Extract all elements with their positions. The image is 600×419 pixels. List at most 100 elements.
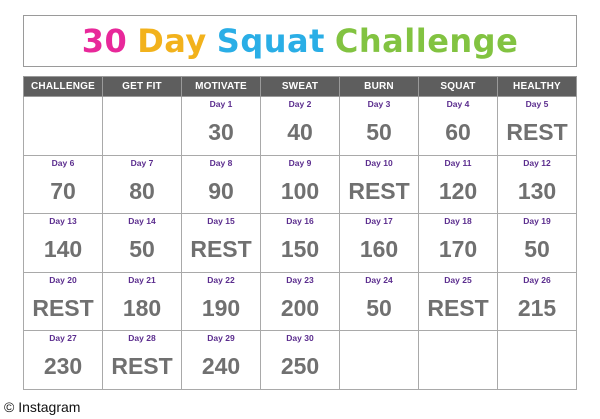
column-header: GET FIT: [102, 76, 182, 97]
calendar-week-row: Day 6 70 Day 7 80 Day 8 90 Day 9 100 Day 10 REST D…: [23, 154, 577, 214]
day-label: Day 9: [288, 157, 312, 168]
squat-count: 230: [43, 353, 83, 379]
day-cell: Day 10 REST: [339, 154, 419, 214]
squat-count: 190: [201, 294, 241, 321]
column-header: CHALLENGE: [23, 76, 103, 97]
day-label: Day 16: [286, 216, 314, 226]
day-label: Day 2: [288, 99, 312, 109]
day-label: Day 8: [209, 157, 233, 168]
day-cell: Day 29 240: [181, 330, 261, 390]
day-cell: Day 23 200: [260, 271, 340, 331]
day-label: Day 12: [523, 157, 551, 168]
day-cell: Day 15 REST: [181, 213, 261, 273]
day-cell: Day 8 90: [181, 154, 261, 214]
squat-count: 120: [438, 177, 478, 204]
day-cell: Day 11 120: [418, 154, 498, 214]
column-header: SWEAT: [260, 76, 340, 97]
squat-count: 130: [517, 177, 557, 204]
squat-count: 50: [366, 119, 392, 145]
day-label: Day 1: [209, 99, 233, 109]
column-header: HEALTHY: [497, 76, 577, 97]
squat-count: 40: [287, 119, 313, 145]
squat-count: 60: [445, 119, 471, 145]
day-label: Day 24: [365, 274, 393, 285]
squat-count: REST: [111, 353, 173, 379]
calendar-week-row: Day 13 140 Day 14 50 Day 15 REST Day 16 150 Day …: [23, 213, 577, 273]
day-label: Day 30: [286, 333, 314, 343]
squat-count: REST: [32, 294, 94, 321]
squat-count: 70: [50, 177, 76, 204]
squat-count: 50: [524, 236, 550, 262]
empty-cell: [23, 96, 103, 156]
empty-cell: [497, 330, 577, 390]
calendar-week-row: Day 1 30 Day 2 40 Day 3 50 Day 4 60 Day 5 REST: [23, 96, 577, 156]
squat-count: 240: [201, 353, 241, 379]
day-cell: Day 18 170: [418, 213, 498, 273]
day-cell: Day 7 80: [102, 154, 182, 214]
day-cell: Day 19 50: [497, 213, 577, 273]
squat-count: 250: [280, 353, 320, 379]
empty-cell: [418, 330, 498, 390]
squat-count: REST: [427, 294, 489, 321]
day-label: Day 10: [365, 157, 393, 168]
day-label: Day 26: [523, 274, 551, 285]
day-cell: Day 22 190: [181, 271, 261, 331]
challenge-page: 30 Day Squat Challenge CHALLENGE GET FIT MOTI…: [0, 0, 600, 419]
day-cell: Day 17 160: [339, 213, 419, 273]
squat-count: REST: [348, 177, 410, 204]
squat-count: REST: [506, 119, 568, 145]
day-label: Day 17: [365, 216, 393, 226]
squat-count: 100: [280, 177, 320, 204]
day-cell: Day 28 REST: [102, 330, 182, 390]
column-header: MOTIVATE: [181, 76, 261, 97]
squat-count: 90: [208, 177, 234, 204]
day-cell: Day 4 60: [418, 96, 498, 156]
day-label: Day 20: [49, 274, 77, 285]
title-part-day: Day: [137, 22, 207, 60]
day-label: Day 3: [367, 99, 391, 109]
squat-count: 50: [129, 236, 155, 262]
day-cell: Day 20 REST: [23, 271, 103, 331]
squat-count: 80: [129, 177, 155, 204]
day-cell: Day 25 REST: [418, 271, 498, 331]
day-label: Day 18: [444, 216, 472, 226]
day-cell: Day 13 140: [23, 213, 103, 273]
calendar-body: Day 1 30 Day 2 40 Day 3 50 Day 4 60 Day 5 REST Day…: [23, 96, 577, 390]
day-label: Day 25: [444, 274, 472, 285]
title-part-challenge: Challenge: [334, 22, 519, 60]
squat-count: 215: [517, 294, 557, 321]
title-part-squat: Squat: [216, 22, 325, 60]
day-cell: Day 6 70: [23, 154, 103, 214]
image-credit: © Instagram: [4, 399, 81, 415]
day-cell: Day 3 50: [339, 96, 419, 156]
day-label: Day 11: [444, 157, 472, 168]
day-label: Day 21: [128, 274, 156, 285]
squat-count: 30: [208, 119, 234, 145]
day-cell: Day 21 180: [102, 271, 182, 331]
day-label: Day 22: [207, 274, 235, 285]
day-cell: Day 24 50: [339, 271, 419, 331]
day-cell: Day 16 150: [260, 213, 340, 273]
day-cell: Day 30 250: [260, 330, 340, 390]
day-cell: Day 2 40: [260, 96, 340, 156]
day-cell: Day 27 230: [23, 330, 103, 390]
day-label: Day 13: [49, 216, 77, 226]
squat-count: 160: [359, 236, 399, 262]
calendar-table: CHALLENGE GET FIT MOTIVATE SWEAT BURN SQUAT HE…: [23, 76, 577, 390]
page-title: 30 Day Squat Challenge: [82, 25, 519, 57]
squat-count: REST: [190, 236, 252, 262]
day-label: Day 15: [207, 216, 235, 226]
day-cell: Day 5 REST: [497, 96, 577, 156]
squat-count: 150: [280, 236, 320, 262]
empty-cell: [102, 96, 182, 156]
day-label: Day 5: [525, 99, 549, 109]
squat-count: 50: [366, 294, 392, 321]
squat-count: 140: [43, 236, 83, 262]
squat-count: 200: [280, 294, 320, 321]
day-cell: Day 14 50: [102, 213, 182, 273]
day-label: Day 27: [49, 333, 77, 343]
day-label: Day 14: [128, 216, 156, 226]
day-cell: Day 1 30: [181, 96, 261, 156]
day-label: Day 6: [51, 157, 75, 168]
column-header: BURN: [339, 76, 419, 97]
